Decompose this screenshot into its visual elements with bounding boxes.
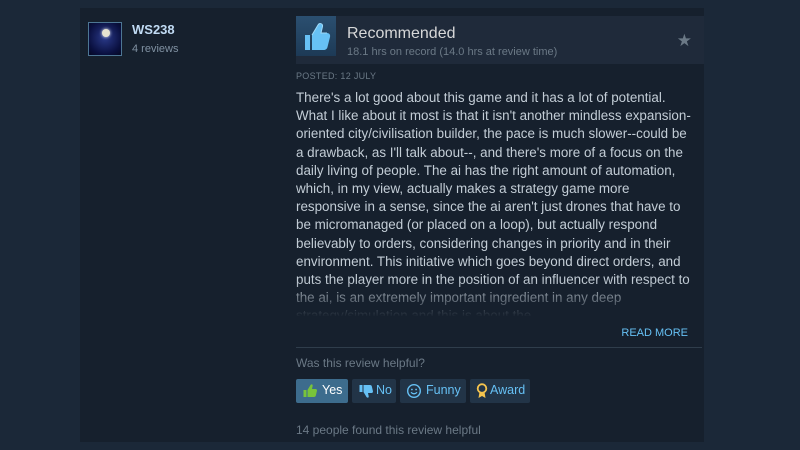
helpful-count: 14 people found this review helpful [296,423,481,437]
yes-label: Yes [322,383,343,397]
vote-header: Recommended 18.1 hrs on record (14.0 hrs… [296,16,704,64]
thumbs-down-icon [358,383,374,399]
review-fade-overlay [296,280,696,316]
author-review-count[interactable]: 4 reviews [132,43,178,55]
moon-avatar-icon [102,29,110,37]
read-more-link[interactable]: READ MORE [621,327,688,339]
posted-date: POSTED: 12 JULY [296,71,377,81]
thumbs-up-icon [302,383,318,399]
funny-button[interactable]: Funny [400,379,466,403]
author-name[interactable]: WS238 [132,22,175,37]
funny-label: Funny [426,383,461,397]
no-label: No [376,383,392,397]
thumbs-up-icon [296,16,336,56]
yes-button[interactable]: Yes [296,379,348,403]
divider [296,347,702,348]
helpful-question: Was this review helpful? [296,356,425,370]
no-button[interactable]: No [352,379,396,403]
avatar[interactable] [88,22,122,56]
award-button[interactable]: Award [470,379,530,403]
star-icon[interactable]: ★ [677,32,692,49]
award-ribbon-icon [474,383,490,399]
review-card: WS238 4 reviews Recommended 18.1 hrs on … [80,8,704,442]
award-label: Award [490,383,526,397]
review-verdict[interactable]: Recommended [347,25,456,43]
smiley-icon [406,383,422,399]
hours-on-record: 18.1 hrs on record (14.0 hrs at review t… [347,46,558,58]
